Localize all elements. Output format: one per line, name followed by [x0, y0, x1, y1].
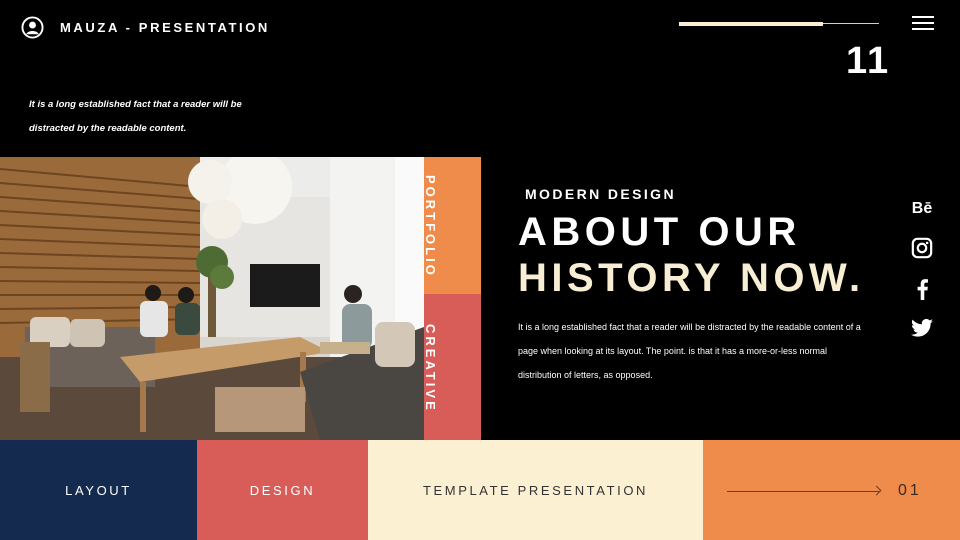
- section-eyebrow: MODERN DESIGN: [525, 186, 676, 202]
- tile-layout[interactable]: LAYOUT: [0, 440, 197, 540]
- behance-icon[interactable]: Bē: [910, 197, 934, 221]
- side-strip-red: CREATIVE: [424, 294, 481, 440]
- page-number: 11: [846, 40, 891, 82]
- twitter-icon[interactable]: [910, 316, 934, 340]
- arrow-right-icon: [871, 485, 882, 496]
- intro-text: It is a long established fact that a rea…: [29, 93, 289, 141]
- facebook-icon[interactable]: [910, 277, 934, 301]
- office-photo: [0, 157, 424, 440]
- progress-fill: [679, 22, 823, 26]
- side-strip-orange: PORTFOLIO: [424, 157, 481, 294]
- body-copy: It is a long established fact that a rea…: [518, 322, 861, 380]
- next-slide-number: 01: [898, 482, 922, 499]
- brand: MAUZA - PRESENTATION: [21, 16, 270, 39]
- intro-line-1: It is a long established fact that a rea…: [29, 99, 242, 110]
- brand-title: MAUZA - PRESENTATION: [60, 20, 270, 35]
- vertical-label-creative: CREATIVE: [424, 324, 438, 413]
- instagram-icon[interactable]: [910, 236, 934, 260]
- tile-design[interactable]: DESIGN: [197, 440, 368, 540]
- intro-line-2: distracted by the readable content.: [29, 123, 187, 134]
- slide-progress: [679, 22, 879, 26]
- headline-line-1: ABOUT OUR: [518, 210, 801, 254]
- tile-template-presentation[interactable]: TEMPLATE PRESENTATION: [368, 440, 703, 540]
- headline: ABOUT OUR HISTORY NOW.: [518, 209, 865, 301]
- office-photo-illustration: [0, 157, 424, 440]
- arrow-line: [727, 491, 879, 492]
- vertical-label-portfolio: PORTFOLIO: [424, 175, 438, 278]
- hamburger-menu-icon[interactable]: [912, 16, 934, 33]
- next-slide-tile[interactable]: 01: [703, 440, 960, 540]
- headline-line-2: HISTORY NOW.: [518, 256, 865, 300]
- user-icon: [21, 16, 44, 39]
